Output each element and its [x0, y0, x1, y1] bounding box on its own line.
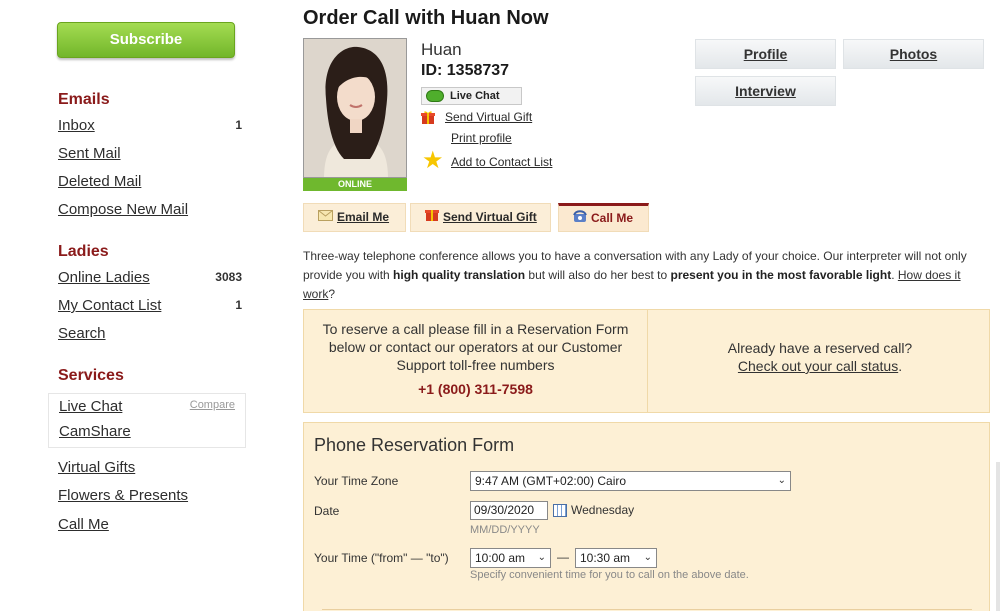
sidebar-item-call-me[interactable]: Call Me [58, 516, 109, 533]
live-chat-button[interactable]: Live Chat [421, 87, 522, 105]
status-link-tail: . [898, 358, 903, 374]
reserve-text-2: below or contact our operators at our Cu… [328, 339, 623, 355]
time-label: Your Time ("from" — "to") [314, 551, 449, 565]
online-ladies-count: 3083 [215, 270, 242, 284]
tab-send-virtual-gift[interactable]: Send Virtual Gift [410, 203, 551, 232]
intro-text: Three-way telephone conference allows yo… [303, 247, 993, 304]
ladies-heading: Ladies [58, 243, 109, 260]
print-profile-link[interactable]: Print profile [451, 131, 512, 145]
chevron-down-icon: ⌄ [777, 475, 786, 486]
sidebar-item-virtual-gifts[interactable]: Virtual Gifts [58, 459, 135, 476]
contact-list-count: 1 [235, 298, 242, 312]
reservation-info-box: To reserve a call please fill in a Reser… [303, 309, 990, 413]
reserve-right-panel: Already have a reserved call? Check out … [649, 310, 991, 412]
reserve-text-3: Support toll-free numbers [396, 357, 555, 373]
sidebar-item-flowers-presents[interactable]: Flowers & Presents [58, 487, 188, 504]
chat-bubble-icon [426, 90, 444, 102]
intro-part-3: . [891, 268, 898, 282]
star-icon: ★ [422, 147, 444, 174]
online-badge: ONLINE [303, 178, 407, 191]
tab-profile[interactable]: Profile [695, 39, 836, 69]
chevron-down-icon: ⌄ [537, 552, 546, 563]
time-from-value: 10:00 am [475, 551, 526, 565]
date-input[interactable]: 09/30/2020 [470, 501, 548, 520]
compare-link[interactable]: Compare [190, 399, 235, 411]
reserved-call-question: Already have a reserved call? [727, 340, 913, 356]
time-hint: Specify convenient time for you to call … [470, 569, 749, 581]
envelope-icon [318, 204, 333, 231]
sidebar-item-compose-new-mail[interactable]: Compose New Mail [58, 201, 188, 218]
sidebar-item-my-contact-list[interactable]: My Contact List [58, 297, 161, 314]
sidebar-item-sent-mail[interactable]: Sent Mail [58, 145, 121, 162]
send-virtual-gift-label: Send Virtual Gift [443, 210, 537, 224]
profile-photo-image [304, 39, 406, 177]
lady-id: ID: 1358737 [421, 62, 510, 79]
chevron-down-icon: ⌄ [643, 552, 652, 563]
emails-heading: Emails [58, 91, 110, 108]
date-label: Date [314, 504, 340, 518]
timezone-select[interactable]: 9:47 AM (GMT+02:00) Cairo ⌄ [470, 471, 791, 491]
lady-name: Huan [421, 40, 462, 59]
phone-reservation-form: Phone Reservation Form Your Time Zone 9:… [303, 422, 990, 611]
services-box: Live Chat Compare CamShare [48, 393, 246, 448]
support-phone-number: +1 (800) 311-7598 [418, 381, 533, 397]
subscribe-button[interactable]: Subscribe [57, 22, 235, 58]
inbox-count: 1 [235, 118, 242, 132]
scrollbar[interactable] [996, 462, 1000, 611]
reserve-text-1: To reserve a call please fill in a Reser… [322, 321, 629, 337]
timezone-label: Your Time Zone [314, 474, 399, 488]
tab-interview[interactable]: Interview [695, 76, 836, 106]
sidebar-item-live-chat[interactable]: Live Chat [59, 398, 122, 415]
phone-icon [573, 207, 587, 231]
tab-call-me[interactable]: Call Me [558, 203, 649, 232]
call-me-label: Call Me [591, 211, 634, 225]
live-chat-label: Live Chat [450, 90, 500, 102]
email-me-label: Email Me [337, 210, 390, 224]
check-call-status-link[interactable]: Check out your call status [738, 358, 898, 374]
profile-photo[interactable] [303, 38, 407, 178]
reserve-left-panel: To reserve a call please fill in a Reser… [304, 310, 648, 412]
gift-icon [425, 204, 439, 231]
time-dash: — [557, 550, 569, 564]
sidebar-item-deleted-mail[interactable]: Deleted Mail [58, 173, 141, 190]
tab-email-me[interactable]: Email Me [303, 203, 406, 232]
sidebar-item-camshare[interactable]: CamShare [59, 423, 131, 440]
time-to-select[interactable]: 10:30 am ⌄ [575, 548, 657, 568]
form-title: Phone Reservation Form [314, 435, 515, 455]
intro-bold-1: high quality translation [393, 268, 526, 282]
tab-photos[interactable]: Photos [843, 39, 984, 69]
timezone-value: 9:47 AM (GMT+02:00) Cairo [475, 474, 627, 488]
intro-part-2: but will also do her best to [525, 268, 671, 282]
date-weekday: Wednesday [571, 503, 635, 517]
send-virtual-gift-link[interactable]: Send Virtual Gift [445, 110, 532, 124]
gift-icon [421, 110, 435, 124]
intro-part-4: ? [328, 287, 336, 301]
services-heading: Services [58, 367, 124, 384]
form-divider [322, 609, 972, 610]
intro-bold-2: present you in the most favorable light [670, 268, 892, 282]
time-to-value: 10:30 am [580, 551, 631, 565]
add-to-contact-list-link[interactable]: Add to Contact List [451, 155, 552, 169]
date-format-hint: MM/DD/YYYY [470, 524, 540, 536]
sidebar: Subscribe Emails Inbox 1 Sent Mail Delet… [0, 0, 260, 611]
calendar-icon[interactable] [553, 504, 567, 517]
sidebar-item-search[interactable]: Search [58, 325, 106, 342]
sidebar-item-online-ladies[interactable]: Online Ladies [58, 269, 150, 286]
sidebar-item-inbox[interactable]: Inbox [58, 117, 95, 134]
page-title: Order Call with Huan Now [303, 7, 549, 29]
time-from-select[interactable]: 10:00 am ⌄ [470, 548, 551, 568]
